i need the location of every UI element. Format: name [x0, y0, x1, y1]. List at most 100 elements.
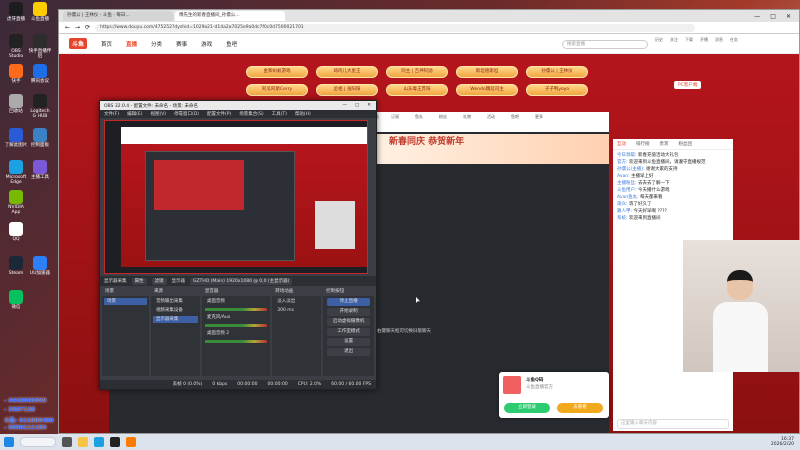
gift-bar-item[interactable]: 鱼吧	[505, 114, 525, 130]
desktop-icon[interactable]: 回收站	[4, 94, 28, 114]
desktop-icon[interactable]: NVIDIA App	[4, 190, 28, 215]
desktop-icon[interactable]: Logitech G HUB	[28, 94, 52, 119]
desktop-icon[interactable]: 了解此图片	[4, 128, 28, 148]
chat-tab-interact[interactable]: 互动	[617, 141, 626, 147]
nav-live[interactable]: 直播	[126, 40, 137, 48]
desktop-icon[interactable]: OBS Studio	[4, 34, 28, 59]
chat-username[interactable]: 观众:	[617, 202, 629, 207]
tab-1[interactable]: 孙儒公 | 王林仪 - 斗鱼 - 每日...	[63, 11, 173, 21]
close-icon[interactable]: ✕	[786, 13, 791, 20]
explorer-icon[interactable]	[78, 437, 88, 447]
history-icon[interactable]: 历史	[655, 37, 663, 43]
chat-username[interactable]: 孙儒公(主播):	[617, 167, 646, 172]
taskbar-search[interactable]	[20, 437, 56, 447]
audio-meter[interactable]	[204, 324, 268, 327]
task-icon[interactable]: 任务	[730, 37, 738, 43]
obs-menu-item[interactable]: 配置文件(P)	[207, 111, 231, 117]
studio-mode-button[interactable]: 工作室模式	[327, 328, 370, 336]
nav-games[interactable]: 游戏	[201, 40, 212, 48]
desktop-icon[interactable]: Steam	[4, 256, 28, 276]
recommend-chip[interactable]: 山东毒王苏阳	[386, 84, 448, 96]
desktop-icon[interactable]: 快手	[4, 64, 28, 84]
desktop-icon[interactable]: 快手直播伴侣	[28, 34, 52, 59]
chat-tab-rank[interactable]: 排行榜	[636, 141, 650, 147]
windows-start-icon[interactable]	[4, 437, 14, 447]
refresh-icon[interactable]: ⟳	[85, 24, 90, 31]
obs-menu-item[interactable]: 场景集合(S)	[239, 111, 263, 117]
maximize-icon[interactable]: □	[770, 13, 776, 20]
download-icon[interactable]: 下载	[685, 37, 693, 43]
chat-username[interactable]: 斗鱼用户:	[617, 188, 638, 193]
desktop-icon[interactable]: 微信	[4, 290, 28, 310]
edge-icon[interactable]	[94, 437, 104, 447]
exit-button[interactable]: 退出	[327, 348, 370, 356]
nav-yuba[interactable]: 鱼吧	[226, 40, 237, 48]
properties-button[interactable]: 属性	[131, 277, 147, 285]
recommend-chip[interactable]: 阿主 | 吉神阿勋	[386, 66, 448, 78]
start-record-button[interactable]: 开始录制	[327, 308, 370, 316]
obs-menu-item[interactable]: 工具(T)	[272, 111, 287, 117]
desktop-icon[interactable]: 腾讯会议	[28, 64, 52, 84]
source-item[interactable]: 显示器采集	[152, 316, 198, 323]
scene-item[interactable]: 场景	[104, 298, 147, 305]
nav-home[interactable]: 首页	[101, 40, 112, 48]
gift-bar-item[interactable]: 更多	[529, 114, 549, 130]
recommend-chip[interactable]: 孙儒公 | 王林仪	[526, 66, 588, 78]
recommend-chip[interactable]: 琦鸣儿大星王	[316, 66, 378, 78]
chat-username[interactable]: 路人甲:	[617, 209, 633, 214]
popup-view-button[interactable]: 去看看	[557, 403, 603, 413]
desktop-icon[interactable]: UU加速器	[28, 256, 52, 276]
filters-button[interactable]: 滤镜	[151, 277, 167, 285]
recommend-chip[interactable]: 阿瓜阿斯Cerry	[246, 84, 308, 96]
chat-username[interactable]: Avan:	[617, 174, 631, 179]
desktop-icon[interactable]: 主播工具	[28, 160, 52, 180]
recommend-chip[interactable]: 子子鸭yoyo	[526, 84, 588, 96]
obs-taskbar-icon[interactable]	[110, 437, 120, 447]
desktop-icon[interactable]: 虎牙直播	[4, 2, 28, 22]
chat-input[interactable]: 这里输入聊天内容	[617, 419, 729, 429]
chat-username[interactable]: 主播粉丝:	[617, 181, 638, 186]
obs-maximize-icon[interactable]: □	[355, 103, 359, 108]
settings-button[interactable]: 设置	[327, 338, 370, 346]
obs-close-icon[interactable]: ✕	[367, 103, 371, 108]
follow-icon[interactable]: 关注	[670, 37, 678, 43]
gift-bar-item[interactable]: 礼物	[457, 114, 477, 130]
taskview-icon[interactable]	[62, 437, 72, 447]
recommend-chip[interactable]: 金和蚂蚁游戏	[246, 66, 308, 78]
obs-menu-item[interactable]: 编辑(E)	[127, 111, 142, 117]
chat-tab-vip[interactable]: 贵宾	[660, 141, 669, 147]
douyu-taskbar-icon[interactable]	[126, 437, 136, 447]
back-icon[interactable]: ←	[65, 24, 70, 31]
recommend-chip[interactable]: Wendo魏延司主	[456, 84, 518, 96]
message-icon[interactable]: 消息	[715, 37, 723, 43]
recommend-chip[interactable]: 斯坦德斯坦	[456, 66, 518, 78]
chat-username[interactable]: 今日领取:	[617, 153, 638, 158]
source-item[interactable]: 音频输出采集	[153, 298, 198, 305]
transition-select[interactable]: 淡入淡出	[274, 298, 319, 305]
audio-meter[interactable]	[204, 340, 268, 343]
obs-minimize-icon[interactable]: —	[342, 103, 347, 108]
pc-client-button[interactable]: PC客户端	[674, 81, 702, 89]
transition-duration[interactable]: 300 ms	[274, 307, 319, 314]
minimize-icon[interactable]: —	[754, 13, 760, 20]
url-input[interactable]: https://www.douyu.com/475252?dyshid=1029…	[95, 23, 696, 32]
system-clock[interactable]: 16:37 2026/2/20	[771, 437, 800, 447]
obs-menu-item[interactable]: 停靠窗口(D)	[174, 111, 199, 117]
recommend-chip[interactable]: 丞相 | 张阳阳	[316, 84, 378, 96]
chat-username[interactable]: 官方:	[617, 160, 629, 165]
obs-menu-item[interactable]: 视图(V)	[150, 111, 166, 117]
virtual-cam-button[interactable]: 启动虚拟摄像机	[327, 318, 370, 326]
obs-preview[interactable]	[104, 120, 368, 274]
forward-icon[interactable]: →	[75, 24, 80, 31]
tab-2-active[interactable]: 傅先生的新春直播间_孙儒公...	[175, 11, 285, 21]
desktop-icon[interactable]: QQ	[4, 222, 28, 242]
obs-menu-item[interactable]: 帮助(H)	[295, 111, 311, 117]
nav-events[interactable]: 赛事	[176, 40, 187, 48]
gift-bar-item[interactable]: 活动	[481, 114, 501, 130]
source-item[interactable]: 视频采集设备	[153, 307, 198, 314]
stop-stream-button[interactable]: 停止直播	[327, 298, 370, 306]
chat-username[interactable]: 系统:	[617, 216, 629, 221]
site-search-input[interactable]: 搜索直播	[562, 40, 648, 49]
gift-bar-item[interactable]: 订阅	[385, 114, 405, 130]
display-select[interactable]: GZTHO (Main) 1920x1080 @ 0,0 (主显示器)	[190, 277, 293, 285]
